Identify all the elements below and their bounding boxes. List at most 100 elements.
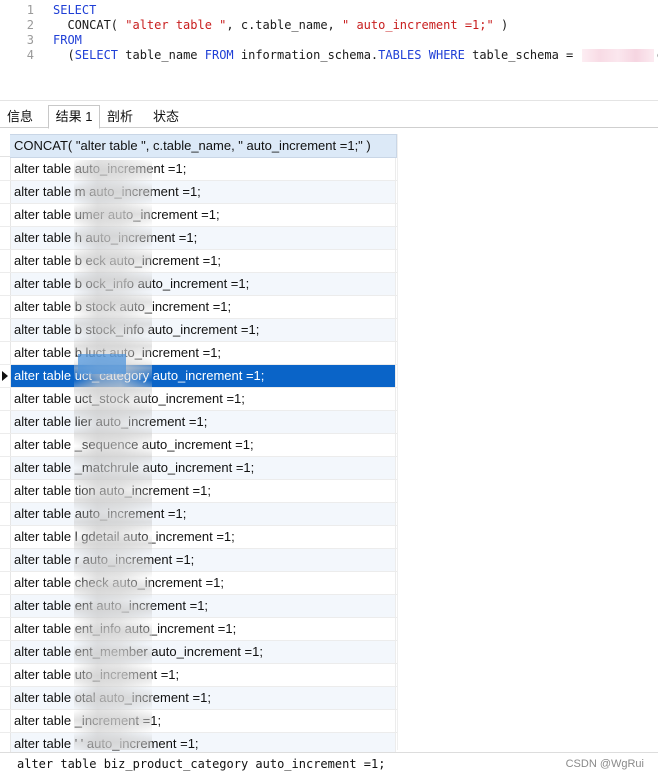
sql-keyword: SELECT [74,48,119,62]
table-cell[interactable]: alter table b luct auto_increment =1; [11,342,396,364]
table-row[interactable]: alter table b luct auto_increment =1; [0,342,397,365]
table-cell[interactable]: alter table uct_category auto_increment … [11,365,396,387]
sql-editor[interactable]: 1 SELECT 2 CONCAT( "alter table ", c.table… [0,0,658,101]
row-indicator[interactable] [0,618,11,640]
table-row[interactable]: alter table ent_member auto_increment =1… [0,641,397,664]
row-indicator[interactable] [0,227,11,249]
row-indicator[interactable] [0,664,11,686]
sql-text: ) [493,18,509,32]
row-indicator[interactable] [0,319,11,341]
table-cell[interactable]: alter table uct_stock auto_increment =1; [11,388,396,410]
row-indicator[interactable] [0,181,11,203]
row-indicator[interactable] [0,526,11,548]
row-indicator[interactable] [0,388,11,410]
tab-profile[interactable]: 剖析 [100,106,140,127]
table-row[interactable]: alter table lier auto_increment =1; [0,411,397,434]
table-cell[interactable]: alter table uto_increment =1; [11,664,396,686]
row-indicator[interactable] [0,503,11,525]
table-row[interactable]: alter table auto_increment =1; [0,158,397,181]
table-cell[interactable]: alter table _sequence auto_increment =1; [11,434,396,456]
table-row[interactable]: alter table uto_increment =1; [0,664,397,687]
table-cell[interactable]: alter table tion auto_increment =1; [11,480,396,502]
table-cell[interactable]: alter table check auto_increment =1; [11,572,396,594]
table-row[interactable]: alter table l gdetail auto_increment =1; [0,526,397,549]
row-indicator[interactable] [0,549,11,571]
table-cell[interactable]: alter table b ock_info auto_increment =1… [11,273,396,295]
table-cell[interactable]: alter table ent_info auto_increment =1; [11,618,396,640]
row-indicator[interactable] [0,572,11,594]
row-indicator[interactable] [0,273,11,295]
tab-result-1[interactable]: 结果 1 [48,105,100,129]
tab-info[interactable]: 信息 [0,106,40,127]
table-row[interactable]: alter table b eck auto_increment =1; [0,250,397,273]
table-cell[interactable]: alter table ent auto_increment =1; [11,595,396,617]
row-indicator[interactable] [0,250,11,272]
row-indicator[interactable] [0,480,11,502]
table-row[interactable]: alter table b stock_info auto_increment … [0,319,397,342]
table-row[interactable]: alter table ent auto_increment =1; [0,595,397,618]
table-row[interactable]: alter table _increment =1; [0,710,397,733]
watermark: CSDN @WgRui [565,758,644,770]
column-header-label: CONCAT( "alter table ", c.table_name, " … [14,138,371,153]
code-line[interactable]: 3 FROM [0,33,658,48]
row-indicator[interactable] [0,641,11,663]
result-grid[interactable]: CONCAT( "alter table ", c.table_name, " … [0,134,397,779]
row-indicator[interactable] [0,457,11,479]
table-cell[interactable]: alter table _matchrule auto_increment =1… [11,457,396,479]
row-indicator[interactable] [0,687,11,709]
sql-text: , c.table_name, [226,18,342,32]
row-indicator[interactable] [0,342,11,364]
row-indicator[interactable] [0,434,11,456]
table-row[interactable]: alter table tion auto_increment =1; [0,480,397,503]
code-line[interactable]: 4 (SELECT table_name FROM information_sc… [0,48,658,63]
row-indicator-header [0,134,10,157]
table-row[interactable]: alter table b ock_info auto_increment =1… [0,273,397,296]
table-row[interactable]: alter table _sequence auto_increment =1; [0,434,397,457]
tab-status[interactable]: 状态 [146,106,186,127]
sql-keyword: TABLES [378,48,422,62]
table-row[interactable]: alter table uct_stock auto_increment =1; [0,388,397,411]
status-bar: alter table biz_product_category auto_in… [0,752,658,781]
row-indicator[interactable] [0,158,11,180]
code-line[interactable]: 2 CONCAT( "alter table ", c.table_name, … [0,18,658,33]
table-row[interactable]: alter table h auto_increment =1; [0,227,397,250]
table-cell[interactable]: alter table l gdetail auto_increment =1; [11,526,396,548]
sql-text: table_schema = [464,48,581,62]
sql-text: CONCAT( [53,18,126,32]
table-row[interactable]: alter table m auto_increment =1; [0,181,397,204]
current-row-arrow-icon[interactable] [0,365,11,387]
table-row[interactable]: alter table r auto_increment =1; [0,549,397,572]
table-row[interactable]: alter table check auto_increment =1; [0,572,397,595]
sql-text: table_name [118,48,205,62]
table-cell[interactable]: alter table auto_increment =1; [11,503,396,525]
table-cell[interactable]: alter table lier auto_increment =1; [11,411,396,433]
sql-keyword: SELECT [53,3,97,17]
table-row[interactable]: alter table b stock auto_increment =1; [0,296,397,319]
table-cell[interactable]: alter table umer auto_increment =1; [11,204,396,226]
code-line[interactable]: 1 SELECT [0,3,658,18]
table-row[interactable]: alter table umer auto_increment =1; [0,204,397,227]
table-cell[interactable]: alter table r auto_increment =1; [11,549,396,571]
table-row[interactable]: alter table otal auto_increment =1; [0,687,397,710]
table-cell[interactable]: alter table otal auto_increment =1; [11,687,396,709]
row-indicator[interactable] [0,595,11,617]
table-cell[interactable]: alter table b eck auto_increment =1; [11,250,396,272]
row-indicator[interactable] [0,296,11,318]
table-row[interactable]: alter table _matchrule auto_increment =1… [0,457,397,480]
table-row[interactable]: alter table ent_info auto_increment =1; [0,618,397,641]
table-row[interactable]: alter table auto_increment =1; [0,503,397,526]
table-cell[interactable]: alter table ent_member auto_increment =1… [11,641,396,663]
table-cell[interactable]: alter table _increment =1; [11,710,396,732]
line-number: 3 [26,33,34,47]
table-cell[interactable]: alter table h auto_increment =1; [11,227,396,249]
table-cell[interactable]: alter table m auto_increment =1; [11,181,396,203]
row-indicator[interactable] [0,411,11,433]
table-cell[interactable]: alter table auto_increment =1; [11,158,396,180]
table-row[interactable]: alter table uct_category auto_increment … [0,365,397,388]
row-indicator[interactable] [0,710,11,732]
result-tab-bar: 信息 结果 1 剖析 状态 [0,104,658,129]
column-header-concat[interactable]: CONCAT( "alter table ", c.table_name, " … [10,134,397,158]
row-indicator[interactable] [0,204,11,226]
table-cell[interactable]: alter table b stock_info auto_increment … [11,319,396,341]
table-cell[interactable]: alter table b stock auto_increment =1; [11,296,396,318]
